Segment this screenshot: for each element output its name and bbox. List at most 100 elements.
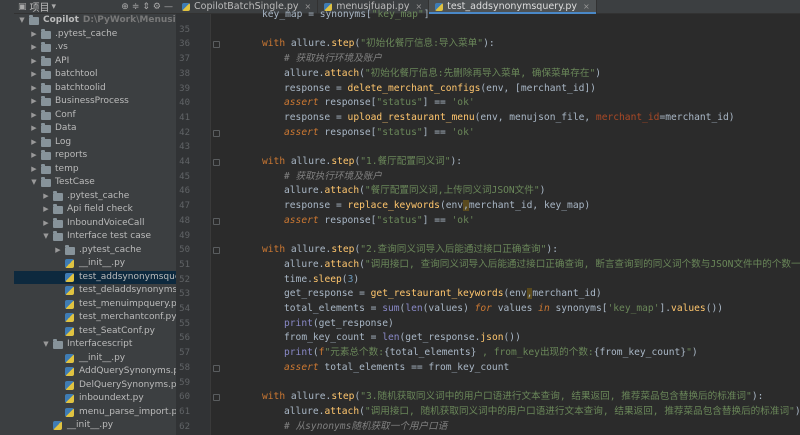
chevron-right-icon[interactable]: ▶: [30, 41, 38, 55]
chevron-right-icon[interactable]: ▶: [30, 28, 38, 42]
chevron-right-icon[interactable]: ▶: [30, 55, 38, 69]
hide-icon[interactable]: —: [164, 2, 173, 12]
tree-folder-item[interactable]: ▼ CopilotD:\PyWork\Menusifu\Co: [14, 14, 176, 28]
tree-folder-item[interactable]: ▶ .pytest_cache: [14, 244, 176, 258]
code-line[interactable]: 41 response = upload_restaurant_menu(env,…: [176, 111, 800, 126]
tree-file-item[interactable]: inboundext.py: [14, 392, 176, 406]
code-line[interactable]: 49: [176, 229, 800, 244]
code-line[interactable]: 53 get_response = get_restaurant_keywords…: [176, 287, 800, 302]
tree-file-item[interactable]: __init__.py: [14, 352, 176, 366]
code-line[interactable]: 52 time.sleep(3): [176, 273, 800, 288]
code-line[interactable]: 51 allure.attach("调用接口, 查询同义词导入后能通过接口正确查询…: [176, 258, 800, 273]
chevron-down-icon[interactable]: ▾: [52, 2, 57, 12]
tree-file-item[interactable]: __init__.py: [14, 257, 176, 271]
chevron-right-icon[interactable]: ▶: [30, 68, 38, 82]
code-line[interactable]: 36 with allure.step("初始化餐厅信息:导入菜单"):: [176, 37, 800, 52]
collapse-all-icon[interactable]: ≑: [132, 2, 140, 12]
code-line[interactable]: 61 allure.attach("调用接口, 随机获取同义词中的用户口语进行文本…: [176, 405, 800, 420]
code-line[interactable]: 40 assert response["status"] == 'ok': [176, 96, 800, 111]
project-panel-title[interactable]: 项目: [30, 0, 50, 14]
code-line[interactable]: 37 # 获取执行环境及账户: [176, 52, 800, 67]
tree-folder-item[interactable]: ▶ batchtool: [14, 68, 176, 82]
tree-folder-item[interactable]: ▶ BusinessProcess: [14, 95, 176, 109]
tree-file-item[interactable]: test_merchantconf.py: [14, 311, 176, 325]
code-line[interactable]: 38 allure.attach("初始化餐厅信息:先删除再导入菜单, 确保菜单存…: [176, 67, 800, 82]
code-line[interactable]: 48 assert response["status"] == 'ok': [176, 214, 800, 229]
tree-file-item[interactable]: menu_parse_import.py: [14, 406, 176, 420]
chevron-right-icon[interactable]: ▶: [54, 244, 62, 258]
tree-file-item[interactable]: AddQuerySynonyms.py: [14, 365, 176, 379]
fold-marker-icon[interactable]: [213, 217, 220, 225]
code-line[interactable]: 60 with allure.step("3.随机获取同义词中的用户口语进行文本查…: [176, 390, 800, 405]
chevron-right-icon[interactable]: ▶: [42, 217, 50, 231]
code-line[interactable]: 57 print(f"元素总个数:{total_elements} , from_…: [176, 346, 800, 361]
tree-folder-item[interactable]: ▶ .vs: [14, 41, 176, 55]
tree-folder-item[interactable]: ▼ TestCase: [14, 176, 176, 190]
tree-folder-item[interactable]: ▶ .pytest_cache: [14, 28, 176, 42]
chevron-right-icon[interactable]: ▶: [30, 163, 38, 177]
line-number: 59: [179, 377, 190, 388]
tree-folder-item[interactable]: ▶ Data: [14, 122, 176, 136]
chevron-right-icon[interactable]: ▶: [30, 95, 38, 109]
tree-item-label: temp: [55, 163, 79, 174]
tree-folder-item[interactable]: ▶ Api field check: [14, 203, 176, 217]
chevron-right-icon[interactable]: ▶: [30, 122, 38, 136]
chevron-right-icon[interactable]: ▶: [30, 136, 38, 150]
tree-folder-item[interactable]: ▶ InboundVoiceCall: [14, 217, 176, 231]
tree-folder-item[interactable]: ▶ Conf: [14, 109, 176, 123]
project-view-icon[interactable]: ▣: [18, 2, 27, 12]
code-line[interactable]: 55 print(get_response): [176, 317, 800, 332]
fold-marker-icon[interactable]: [213, 129, 220, 137]
tree-file-item[interactable]: test_menuimpquery.py: [14, 298, 176, 312]
chevron-right-icon[interactable]: ▶: [30, 109, 38, 123]
locate-icon[interactable]: ⊕: [121, 2, 129, 12]
chevron-right-icon[interactable]: ▶: [30, 82, 38, 96]
code-line[interactable]: 35: [176, 23, 800, 38]
code-line[interactable]: 46 allure.attach("餐厅配置同义词,上传同义词JSON文件"): [176, 184, 800, 199]
code-area[interactable]: key_map = synonyms["key_map"] 35 36 with al…: [176, 9, 800, 435]
fold-marker-icon[interactable]: [213, 247, 220, 255]
tree-folder-item[interactable]: ▼ Interface test case: [14, 230, 176, 244]
code-line[interactable]: 47 response = replace_keywords(env,mercha…: [176, 199, 800, 214]
code-line[interactable]: 43: [176, 140, 800, 155]
chevron-down-icon[interactable]: ▼: [30, 176, 38, 190]
chevron-right-icon[interactable]: ▶: [42, 203, 50, 217]
chevron-right-icon[interactable]: ▶: [30, 149, 38, 163]
tree-folder-item[interactable]: ▶ reports: [14, 149, 176, 163]
code-line[interactable]: 62 # 从synonyms随机获取一个用户口语: [176, 420, 800, 435]
code-line[interactable]: 56 from_key_count = len(get_response.json…: [176, 331, 800, 346]
left-tool-window-strip[interactable]: [0, 0, 15, 435]
code-line[interactable]: 44 with allure.step("1.餐厅配置同义词"):: [176, 155, 800, 170]
gear-icon[interactable]: ⚙: [153, 2, 161, 12]
tree-file-item[interactable]: test_addsynonymsquery: [14, 270, 176, 284]
tree-folder-item[interactable]: ▼ Interfacescript: [14, 338, 176, 352]
tree-folder-item[interactable]: ▶ .pytest_cache: [14, 190, 176, 204]
fold-marker-icon[interactable]: [213, 364, 220, 372]
code-line[interactable]: 50 with allure.step("2.查询同义词导入后能通过接口正确查询"…: [176, 243, 800, 258]
tree-file-item[interactable]: test_deladdsynonyms.py: [14, 284, 176, 298]
code-line[interactable]: 45 # 获取执行环境及账户: [176, 170, 800, 185]
code-line[interactable]: 58 assert total_elements == from_key_coun…: [176, 361, 800, 376]
tree-folder-item[interactable]: ▶ Log: [14, 136, 176, 150]
fold-marker-icon[interactable]: [213, 41, 220, 49]
chevron-down-icon[interactable]: ▼: [42, 230, 50, 244]
tree-file-item[interactable]: test_SeatConf.py: [14, 325, 176, 339]
chevron-down-icon[interactable]: ▼: [42, 338, 50, 352]
fold-marker-icon[interactable]: [213, 394, 220, 402]
code-line[interactable]: 42 assert response["status"] == 'ok': [176, 126, 800, 141]
expand-all-icon[interactable]: ⇕: [142, 2, 150, 12]
code-line[interactable]: key_map = synonyms["key_map"]: [176, 8, 800, 23]
tree-folder-item[interactable]: ▶ API: [14, 55, 176, 69]
folder-icon: [65, 244, 75, 255]
folder-icon: [41, 123, 51, 133]
tree-folder-item[interactable]: ▶ batchtoolid: [14, 82, 176, 96]
tree-folder-item[interactable]: ▶ temp: [14, 163, 176, 177]
chevron-down-icon[interactable]: ▼: [18, 14, 26, 28]
tree-file-item[interactable]: __init__.py: [14, 419, 176, 433]
chevron-right-icon[interactable]: ▶: [42, 190, 50, 204]
code-line[interactable]: 59: [176, 376, 800, 391]
tree-file-item[interactable]: DelQuerySynonyms.py: [14, 379, 176, 393]
code-line[interactable]: 39 response = delete_merchant_configs(env…: [176, 82, 800, 97]
fold-marker-icon[interactable]: [213, 159, 220, 166]
code-line[interactable]: 54 total_elements = sum(len(values) for v…: [176, 302, 800, 317]
